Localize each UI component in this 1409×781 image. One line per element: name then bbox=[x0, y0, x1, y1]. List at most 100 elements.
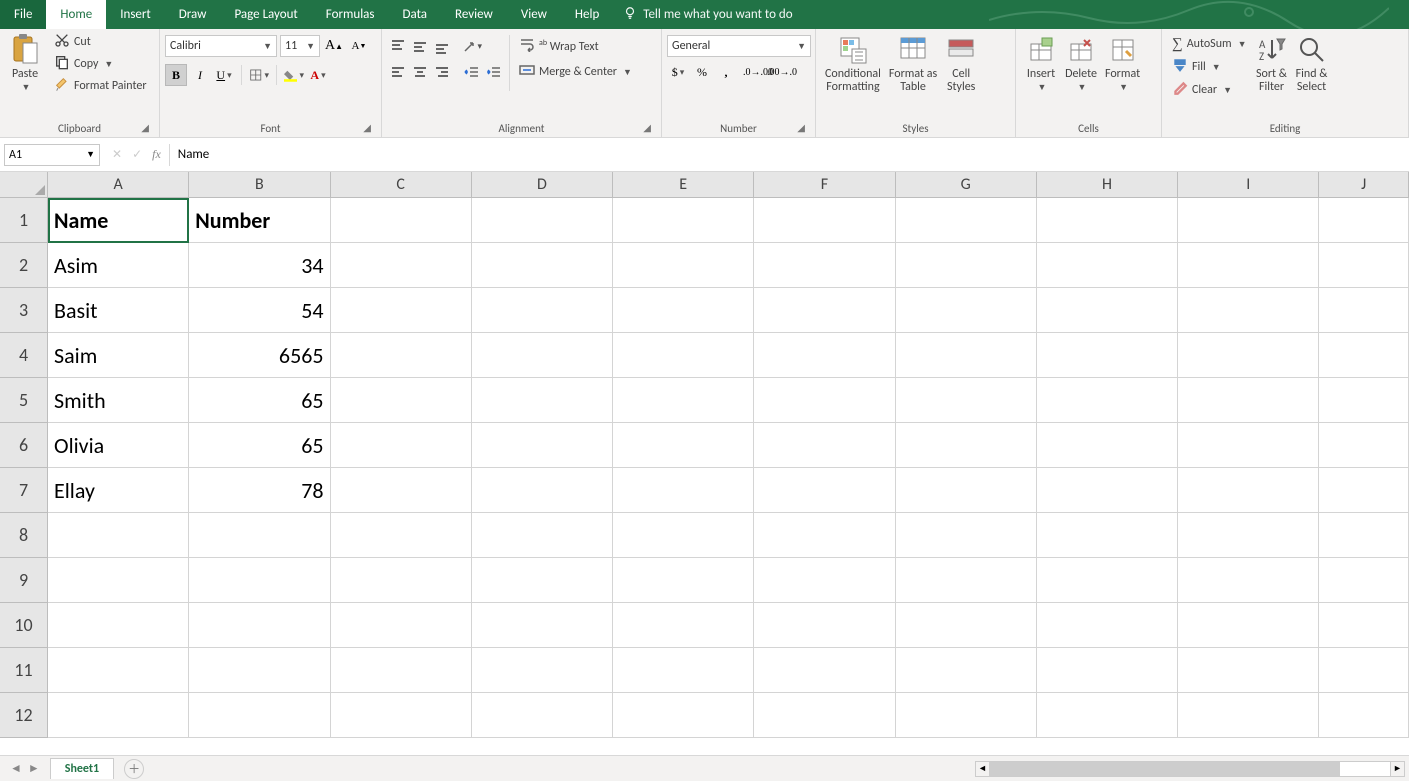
cell-C9[interactable] bbox=[331, 558, 472, 603]
cell-C7[interactable] bbox=[331, 468, 472, 513]
increase-indent-button[interactable] bbox=[483, 61, 505, 83]
clear-button[interactable]: Clear▼ bbox=[1167, 79, 1252, 101]
wrap-text-button[interactable]: ab Wrap Text bbox=[514, 35, 637, 57]
cell-I7[interactable] bbox=[1178, 468, 1319, 513]
cell-A8[interactable] bbox=[48, 513, 189, 558]
tab-help[interactable]: Help bbox=[561, 0, 613, 29]
cell-D3[interactable] bbox=[472, 288, 613, 333]
cell-F12[interactable] bbox=[754, 693, 895, 738]
format-painter-button[interactable]: Format Painter bbox=[49, 75, 152, 97]
new-sheet-button[interactable]: ＋ bbox=[124, 759, 144, 779]
cell-A3[interactable]: Basit bbox=[48, 288, 189, 333]
cell-A9[interactable] bbox=[48, 558, 189, 603]
autosum-button[interactable]: ∑ AutoSum▼ bbox=[1167, 33, 1252, 55]
sort-filter-button[interactable]: AZ Sort & Filter bbox=[1252, 31, 1292, 97]
bold-button[interactable]: B bbox=[165, 64, 187, 86]
select-all-corner[interactable] bbox=[0, 172, 48, 198]
row-header-4[interactable]: 4 bbox=[0, 333, 47, 378]
cell-D4[interactable] bbox=[472, 333, 613, 378]
name-box[interactable]: A1▼ bbox=[4, 144, 100, 166]
cell-E5[interactable] bbox=[613, 378, 754, 423]
cell-A2[interactable]: Asim bbox=[48, 243, 189, 288]
increase-font-button[interactable]: A▲ bbox=[323, 35, 345, 57]
column-header-E[interactable]: E bbox=[613, 172, 754, 197]
cell-B5[interactable]: 65 bbox=[189, 378, 330, 423]
scroll-thumb[interactable] bbox=[990, 762, 1340, 776]
horizontal-scrollbar[interactable]: ◄ ► bbox=[975, 761, 1405, 777]
cell-B8[interactable] bbox=[189, 513, 330, 558]
cell-H6[interactable] bbox=[1037, 423, 1178, 468]
sheet-nav-prev[interactable]: ◄ bbox=[10, 761, 22, 776]
tab-home[interactable]: Home bbox=[46, 0, 106, 29]
cell-F5[interactable] bbox=[754, 378, 895, 423]
tab-insert[interactable]: Insert bbox=[106, 0, 165, 29]
format-as-table-button[interactable]: Format as Table bbox=[885, 31, 941, 97]
cell-B11[interactable] bbox=[189, 648, 330, 693]
cell-C10[interactable] bbox=[331, 603, 472, 648]
cell-I11[interactable] bbox=[1178, 648, 1319, 693]
cell-styles-button[interactable]: Cell Styles bbox=[941, 31, 981, 97]
tell-me-search[interactable]: Tell me what you want to do bbox=[613, 0, 802, 29]
cell-G7[interactable] bbox=[896, 468, 1037, 513]
formula-input[interactable]: Name bbox=[169, 144, 1409, 166]
cell-F11[interactable] bbox=[754, 648, 895, 693]
cell-G6[interactable] bbox=[896, 423, 1037, 468]
cell-G4[interactable] bbox=[896, 333, 1037, 378]
cell-E12[interactable] bbox=[613, 693, 754, 738]
row-header-8[interactable]: 8 bbox=[0, 513, 47, 558]
cell-F2[interactable] bbox=[754, 243, 895, 288]
row-header-2[interactable]: 2 bbox=[0, 243, 47, 288]
cell-E9[interactable] bbox=[613, 558, 754, 603]
font-name-combo[interactable]: Calibri▼ bbox=[165, 35, 277, 57]
cell-J9[interactable] bbox=[1319, 558, 1409, 603]
cell-C2[interactable] bbox=[331, 243, 472, 288]
column-header-H[interactable]: H bbox=[1037, 172, 1178, 197]
cell-I1[interactable] bbox=[1178, 198, 1319, 243]
fx-icon[interactable]: fx bbox=[152, 147, 161, 162]
sheet-nav-next[interactable]: ► bbox=[28, 761, 40, 776]
column-header-C[interactable]: C bbox=[331, 172, 472, 197]
column-header-I[interactable]: I bbox=[1178, 172, 1319, 197]
cell-A1[interactable]: Name bbox=[48, 198, 189, 243]
column-header-F[interactable]: F bbox=[754, 172, 895, 197]
cell-H5[interactable] bbox=[1037, 378, 1178, 423]
cell-J8[interactable] bbox=[1319, 513, 1409, 558]
cell-J6[interactable] bbox=[1319, 423, 1409, 468]
sheet-tab-1[interactable]: Sheet1 bbox=[50, 758, 114, 779]
cell-J5[interactable] bbox=[1319, 378, 1409, 423]
column-header-J[interactable]: J bbox=[1319, 172, 1409, 197]
cell-I6[interactable] bbox=[1178, 423, 1319, 468]
row-header-9[interactable]: 9 bbox=[0, 558, 47, 603]
font-size-combo[interactable]: 11▼ bbox=[280, 35, 320, 57]
cell-H1[interactable] bbox=[1037, 198, 1178, 243]
cell-J4[interactable] bbox=[1319, 333, 1409, 378]
cell-G9[interactable] bbox=[896, 558, 1037, 603]
cell-J11[interactable] bbox=[1319, 648, 1409, 693]
cell-I8[interactable] bbox=[1178, 513, 1319, 558]
scroll-left-icon[interactable]: ◄ bbox=[976, 762, 990, 776]
align-bottom-button[interactable] bbox=[431, 35, 453, 57]
cell-D9[interactable] bbox=[472, 558, 613, 603]
increase-decimal-button[interactable]: .0→.00 bbox=[747, 61, 769, 83]
tab-file[interactable]: File bbox=[0, 0, 46, 29]
decrease-font-button[interactable]: A▼ bbox=[348, 35, 370, 57]
cell-E1[interactable] bbox=[613, 198, 754, 243]
cell-F10[interactable] bbox=[754, 603, 895, 648]
cell-F8[interactable] bbox=[754, 513, 895, 558]
cell-I3[interactable] bbox=[1178, 288, 1319, 333]
cell-H4[interactable] bbox=[1037, 333, 1178, 378]
cell-B3[interactable]: 54 bbox=[189, 288, 330, 333]
cell-I12[interactable] bbox=[1178, 693, 1319, 738]
cell-A11[interactable] bbox=[48, 648, 189, 693]
cell-C3[interactable] bbox=[331, 288, 472, 333]
column-header-A[interactable]: A bbox=[48, 172, 189, 197]
row-header-12[interactable]: 12 bbox=[0, 693, 47, 738]
cell-A5[interactable]: Smith bbox=[48, 378, 189, 423]
cell-C8[interactable] bbox=[331, 513, 472, 558]
cell-H12[interactable] bbox=[1037, 693, 1178, 738]
align-top-button[interactable] bbox=[387, 35, 409, 57]
cell-I9[interactable] bbox=[1178, 558, 1319, 603]
cell-C11[interactable] bbox=[331, 648, 472, 693]
cell-J1[interactable] bbox=[1319, 198, 1409, 243]
cell-H10[interactable] bbox=[1037, 603, 1178, 648]
